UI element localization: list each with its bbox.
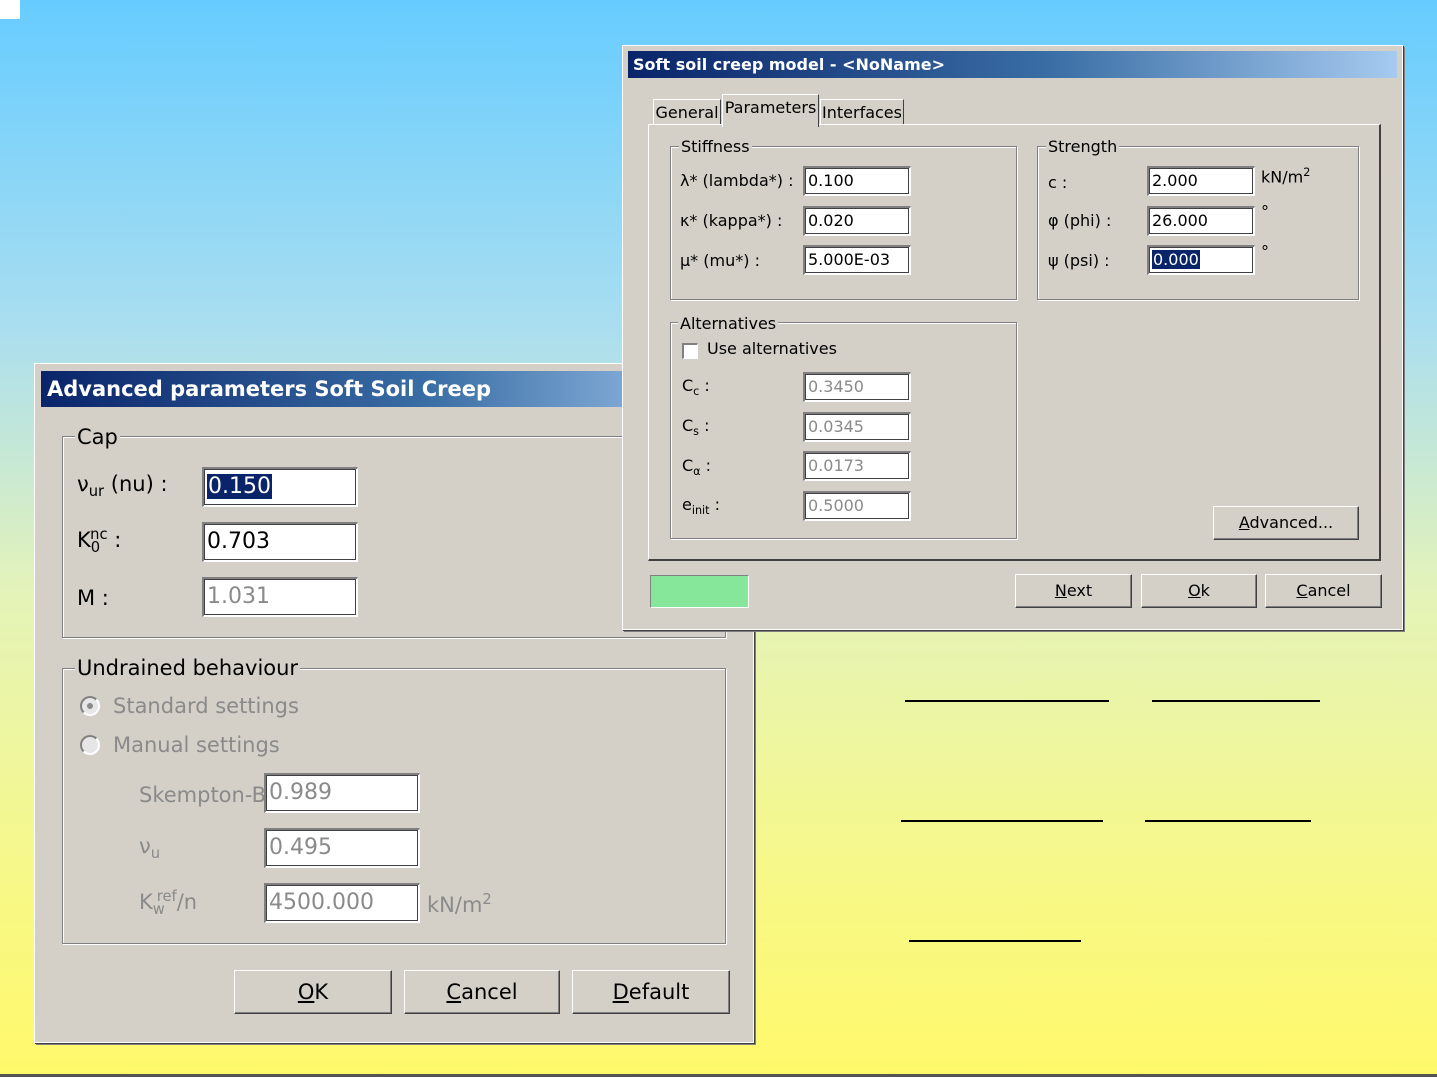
psi-unit: ° [1261,242,1269,261]
mu-label: μ* (mu*) : [680,251,760,270]
m-input: 1.031 [202,577,358,617]
blank-line [1152,700,1320,702]
k0nc-input[interactable]: 0.703 [202,522,358,562]
tab-interfaces[interactable]: Interfaces [820,99,904,125]
cs-label: Cs : [682,416,710,439]
cc-input: 0.3450 [803,372,911,402]
c-unit: kN/m2 [1261,166,1311,187]
status-indicator [650,575,749,608]
tab-general[interactable]: General [653,99,721,125]
psi-input[interactable]: 0.000 [1147,245,1255,275]
m-label: M : [77,586,109,610]
skempton-input: 0.989 [264,773,420,813]
calpha-input: 0.0173 [803,451,911,481]
phi-unit: ° [1261,202,1269,221]
psi-label: ψ (psi) : [1048,251,1110,270]
soft-soil-creep-dialog: Soft soil creep model - <NoName> General… [622,45,1403,630]
nu-u-input: 0.495 [264,828,420,868]
use-alternatives-label: Use alternatives [707,339,837,358]
kw-ref-label: Kwref/n [139,888,198,919]
tab-parameters[interactable]: Parameters [722,94,819,127]
standard-settings-label: Standard settings [113,694,299,718]
einit-input: 0.5000 [803,491,911,521]
c-input[interactable]: 2.000 [1147,166,1255,196]
cancel-button[interactable]: Cancel [1265,574,1382,608]
next-button[interactable]: Next [1015,574,1132,608]
calpha-label: Cα : [682,456,712,479]
skempton-label: Skempton-B [139,783,267,807]
cap-legend: Cap [75,425,120,449]
kw-ref-input: 4500.000 [264,883,420,923]
blank-line [1145,820,1311,822]
manual-settings-label: Manual settings [113,733,280,757]
ok-button[interactable]: Ok [1141,574,1257,608]
strength-legend: Strength [1046,137,1120,156]
undrained-legend: Undrained behaviour [75,656,301,680]
phi-label: φ (phi) : [1048,211,1112,230]
standard-settings-radio[interactable] [80,696,100,716]
cc-label: Cc : [682,376,710,399]
manual-settings-radio[interactable] [80,735,100,755]
blank-line [905,700,1109,702]
ok-button[interactable]: OK [234,970,392,1014]
c-label: c : [1048,173,1068,192]
blank-line [909,940,1081,942]
kw-unit-label: kN/m2 [427,891,492,917]
nu-ur-input[interactable]: 0.150 [202,467,358,507]
cancel-button[interactable]: Cancel [404,970,560,1014]
lambda-label: λ* (lambda*) : [680,171,794,190]
slide-corner-mark [0,0,20,19]
nu-ur-label: νur (nu) : [77,472,168,501]
kappa-input[interactable]: 0.020 [803,206,911,236]
stiffness-legend: Stiffness [679,137,752,156]
phi-input[interactable]: 26.000 [1147,206,1255,236]
einit-label: einit : [682,495,721,518]
advanced-button[interactable]: Advanced... [1213,506,1359,540]
default-button[interactable]: Default [572,970,730,1014]
k0nc-label: K0nc : [77,526,122,557]
kappa-label: κ* (kappa*) : [680,211,783,230]
alternatives-legend: Alternatives [678,314,779,333]
blank-line [901,820,1103,822]
use-alternatives-checkbox[interactable] [682,343,698,359]
dialog-title: Soft soil creep model - <NoName> [628,51,1397,78]
lambda-input[interactable]: 0.100 [803,166,911,196]
cs-input: 0.0345 [803,412,911,442]
nu-u-label: νu [139,834,161,863]
mu-input[interactable]: 5.000E-03 [803,245,911,275]
